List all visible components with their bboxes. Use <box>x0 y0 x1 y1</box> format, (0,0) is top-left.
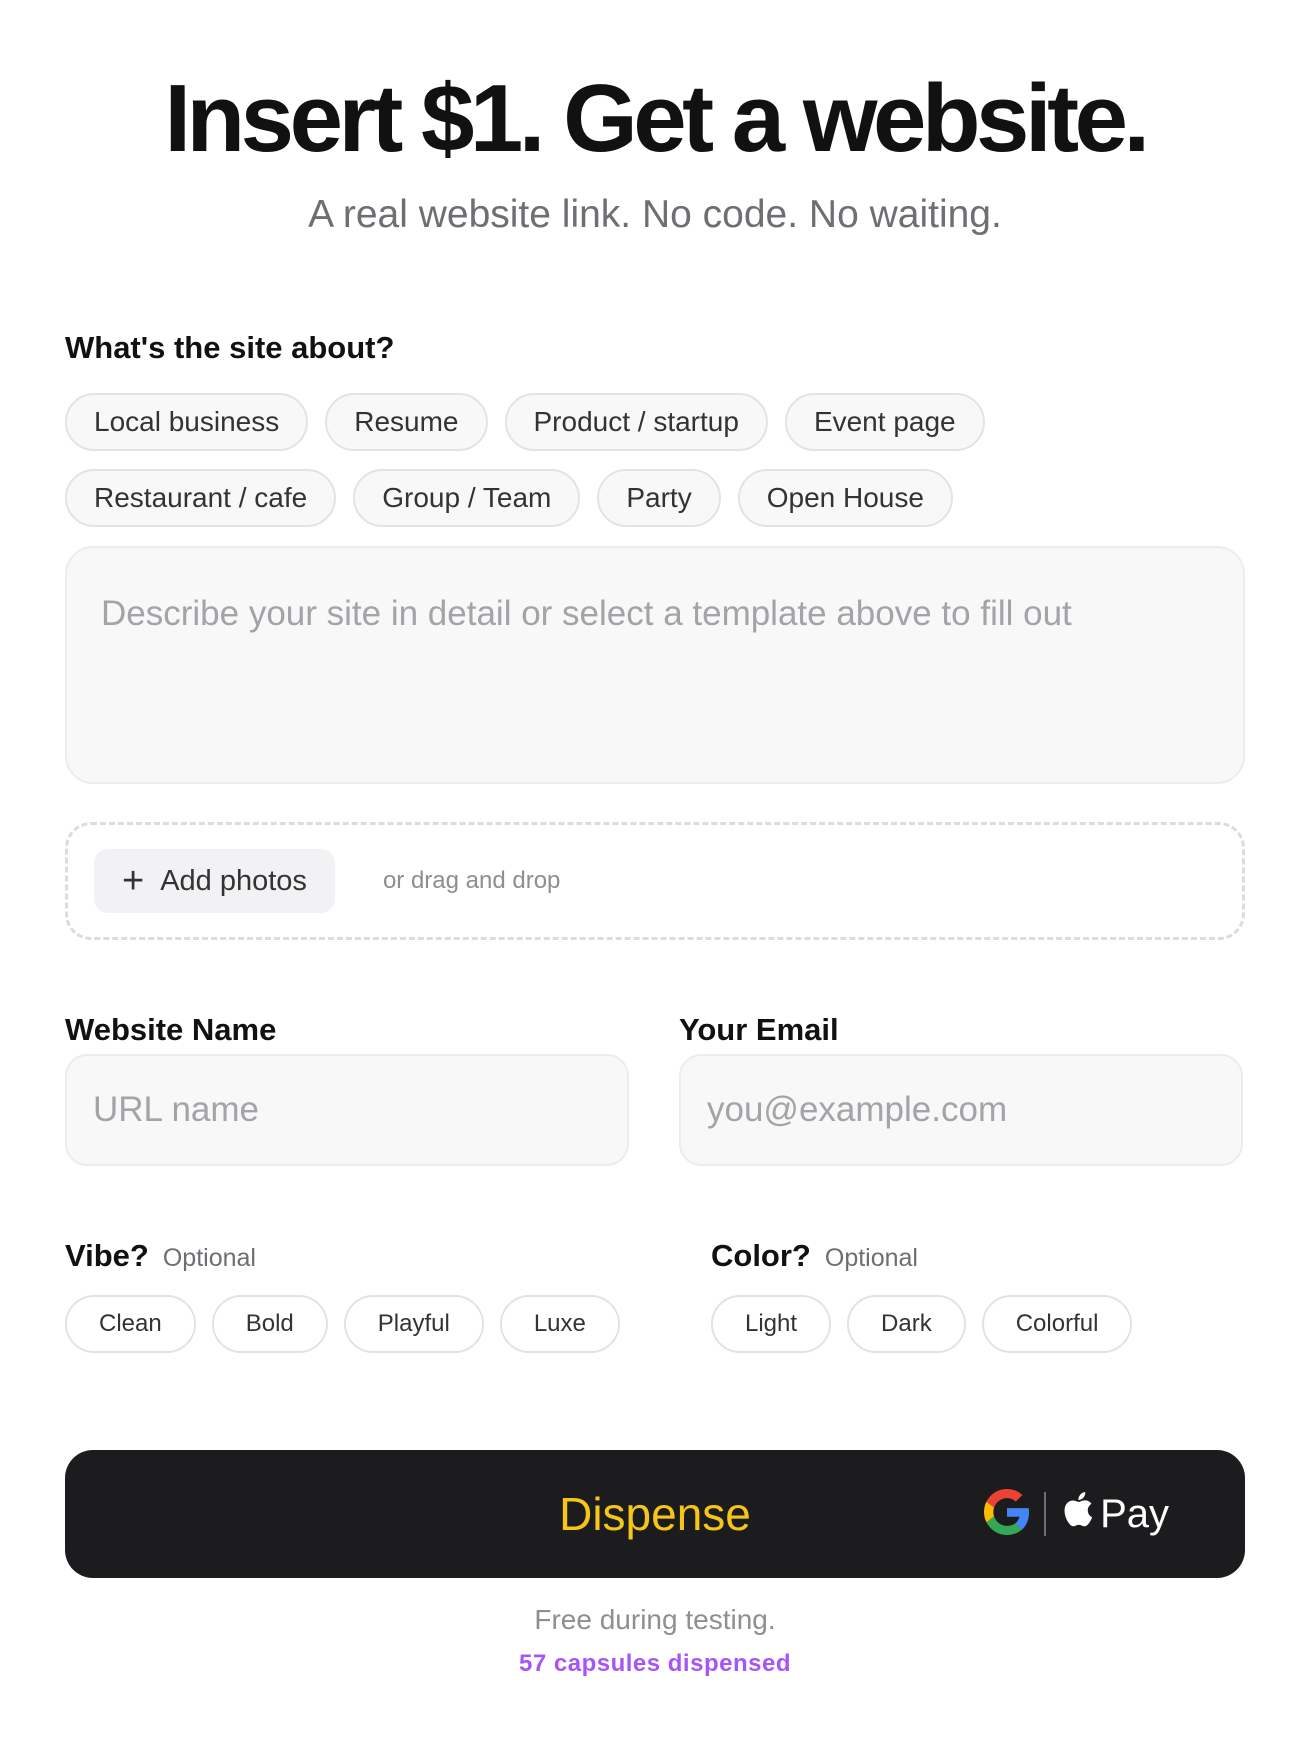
payment-methods: Pay <box>984 1450 1169 1578</box>
template-chip-event-page[interactable]: Event page <box>784 393 985 451</box>
template-chip-local-business[interactable]: Local business <box>65 393 309 451</box>
page-title: Insert $1. Get a website. <box>164 65 1150 172</box>
color-chip-dark[interactable]: Dark <box>847 1295 966 1353</box>
plus-icon: + <box>122 860 145 902</box>
photo-dropzone[interactable]: + Add photos or drag and drop <box>65 822 1245 940</box>
description-textarea[interactable]: Describe your site in detail or select a… <box>65 546 1245 784</box>
template-chip-resume[interactable]: Resume <box>325 393 488 451</box>
template-chips-row-1: Local business Resume Product / startup … <box>65 393 985 451</box>
google-pay-icon <box>984 1488 1030 1540</box>
testing-note: Free during testing. <box>534 1604 776 1635</box>
website-name-input[interactable]: URL name <box>65 1054 629 1166</box>
vibe-optional: Optional <box>162 1244 256 1272</box>
apple-icon <box>1060 1489 1094 1539</box>
email-label: Your Email <box>679 1012 839 1047</box>
color-chip-colorful[interactable]: Colorful <box>981 1295 1133 1353</box>
color-optional: Optional <box>824 1244 918 1272</box>
vibe-label: Vibe? Optional <box>65 1236 256 1278</box>
dispensed-counter: 57 capsules dispensed <box>519 1650 791 1677</box>
color-chip-light[interactable]: Light <box>711 1295 832 1353</box>
add-photos-label: Add photos <box>160 864 307 897</box>
template-chip-group-team[interactable]: Group / Team <box>353 469 581 527</box>
vibe-chip-luxe[interactable]: Luxe <box>499 1295 620 1353</box>
template-chip-open-house[interactable]: Open House <box>737 469 953 527</box>
vibe-chip-clean[interactable]: Clean <box>65 1295 196 1353</box>
payment-divider <box>1044 1492 1047 1536</box>
vibe-options: Clean Bold Playful Luxe <box>65 1295 620 1353</box>
template-chip-product-startup[interactable]: Product / startup <box>504 393 768 451</box>
pay-label: Pay <box>1100 1491 1169 1536</box>
template-chip-restaurant-cafe[interactable]: Restaurant / cafe <box>65 469 337 527</box>
template-chips-row-2: Restaurant / cafe Group / Team Party Ope… <box>65 469 953 527</box>
vibe-chip-bold[interactable]: Bold <box>211 1295 328 1353</box>
add-photos-button[interactable]: + Add photos <box>94 849 335 913</box>
email-input[interactable]: you@example.com <box>679 1054 1243 1166</box>
description-placeholder: Describe your site in detail or select a… <box>101 594 1072 633</box>
apple-pay-mark: Pay <box>1060 1489 1169 1539</box>
vibe-label-text: Vibe? <box>65 1238 149 1273</box>
email-placeholder: you@example.com <box>707 1090 1008 1129</box>
dispense-button[interactable]: Dispense Pay <box>65 1450 1245 1578</box>
vibe-chip-playful[interactable]: Playful <box>343 1295 484 1353</box>
about-label: What's the site about? <box>65 330 395 365</box>
color-options: Light Dark Colorful <box>711 1295 1133 1353</box>
drag-drop-hint: or drag and drop <box>382 867 561 894</box>
page-subtitle: A real website link. No code. No waiting… <box>308 193 1002 236</box>
color-label: Color? Optional <box>711 1236 918 1278</box>
template-chip-party[interactable]: Party <box>597 469 721 527</box>
color-label-text: Color? <box>711 1238 811 1273</box>
website-name-placeholder: URL name <box>93 1090 259 1129</box>
website-name-label: Website Name <box>65 1012 277 1047</box>
